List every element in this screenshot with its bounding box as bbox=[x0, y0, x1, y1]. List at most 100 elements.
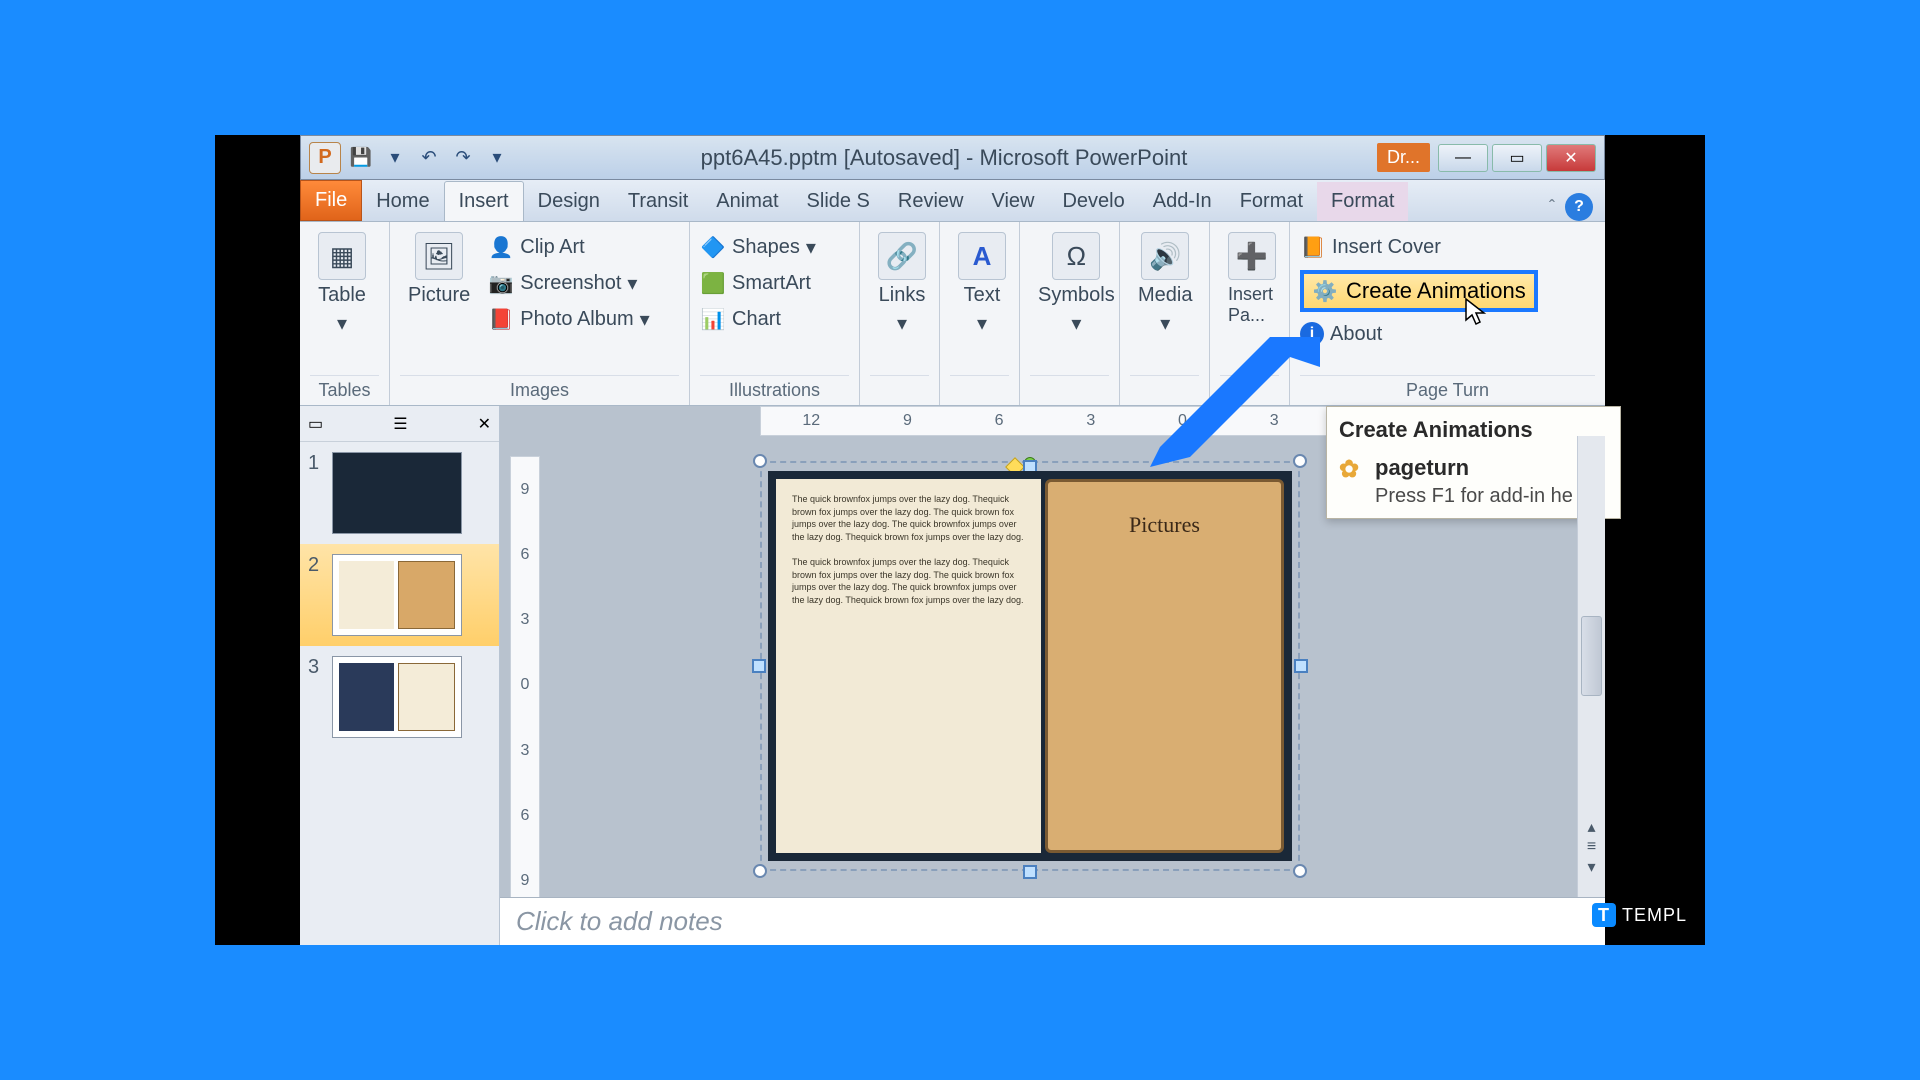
chevron-down-icon: ▾ bbox=[337, 311, 347, 336]
chevron-down-icon: ▾ bbox=[1071, 311, 1081, 336]
help-icon[interactable]: ? bbox=[1565, 193, 1593, 221]
scroll-thumb[interactable] bbox=[1581, 616, 1602, 696]
thumb-preview-2 bbox=[332, 554, 462, 636]
resize-handle-e[interactable] bbox=[1294, 659, 1308, 673]
save-icon[interactable]: 💾 bbox=[347, 144, 375, 172]
media-icon: 🔊 bbox=[1141, 232, 1189, 280]
thumb-3[interactable]: 3 bbox=[300, 646, 499, 748]
qat-caret-icon[interactable]: ▾ bbox=[381, 144, 409, 172]
media-label: Media bbox=[1138, 284, 1192, 307]
tab-developer[interactable]: Develo bbox=[1048, 182, 1138, 221]
tab-format1[interactable]: Format bbox=[1226, 182, 1317, 221]
tooltip-title: Create Animations bbox=[1339, 417, 1608, 443]
tab-slideshow[interactable]: Slide S bbox=[793, 182, 884, 221]
book-text-1: The quick brownfox jumps over the lazy d… bbox=[792, 493, 1025, 543]
insert-page-button[interactable]: ➕Insert Pa... bbox=[1220, 228, 1284, 330]
resize-handle-w[interactable] bbox=[752, 659, 766, 673]
watermark-icon: T bbox=[1592, 903, 1616, 927]
resize-handle-s[interactable] bbox=[1023, 865, 1037, 879]
tab-view[interactable]: View bbox=[977, 182, 1048, 221]
shapes-label: Shapes bbox=[732, 236, 800, 259]
chevron-down-icon: ▾ bbox=[1160, 311, 1170, 336]
smartart-button[interactable]: 🟩 SmartArt bbox=[700, 268, 816, 298]
clipart-button[interactable]: 👤Clip Art bbox=[488, 232, 649, 262]
undo-icon[interactable]: ↶ bbox=[415, 144, 443, 172]
tooltip-subtitle: pageturn bbox=[1375, 455, 1469, 481]
media-button[interactable]: 🔊 Media ▾ bbox=[1130, 228, 1200, 340]
about-button[interactable]: iAbout bbox=[1300, 320, 1538, 348]
resize-handle-sw[interactable] bbox=[753, 864, 767, 878]
chart-icon: 📊 bbox=[700, 306, 726, 332]
tab-insert[interactable]: Insert bbox=[444, 181, 524, 221]
tab-home[interactable]: Home bbox=[362, 182, 443, 221]
thumb-1[interactable]: 1 bbox=[300, 442, 499, 544]
scroll-prev-icon[interactable]: ▴ bbox=[1581, 817, 1602, 837]
scroll-next-icon[interactable]: ▾ bbox=[1581, 857, 1602, 877]
create-animations-label: Create Animations bbox=[1346, 278, 1526, 304]
picture-button[interactable]: 🖼 Picture bbox=[400, 228, 478, 311]
watermark: T TEMPL bbox=[1592, 903, 1687, 927]
resize-handle-se[interactable] bbox=[1293, 864, 1307, 878]
photoalbum-icon: 📕 bbox=[488, 306, 514, 332]
notes-placeholder: Click to add notes bbox=[516, 906, 723, 936]
group-pageturn-label: Page Turn bbox=[1300, 375, 1595, 405]
close-panel-icon[interactable]: ✕ bbox=[478, 414, 491, 434]
tab-review[interactable]: Review bbox=[884, 182, 978, 221]
watermark-text: TEMPL bbox=[1622, 905, 1687, 926]
insert-page-icon: ➕ bbox=[1228, 232, 1276, 280]
notes-pane[interactable]: Click to add notes bbox=[500, 897, 1605, 945]
redo-icon[interactable]: ↷ bbox=[449, 144, 477, 172]
smartart-icon: 🟩 bbox=[700, 270, 726, 296]
symbols-label: Symbols bbox=[1038, 284, 1115, 307]
links-label: Links bbox=[879, 284, 926, 307]
outline-view-icon[interactable]: ▭ bbox=[308, 414, 323, 434]
flower-icon: ✿ bbox=[1339, 455, 1365, 481]
photoalbum-button[interactable]: 📕Photo Album ▾ bbox=[488, 304, 649, 334]
book-right-title: Pictures bbox=[1129, 512, 1200, 538]
insert-page-label: Insert Pa... bbox=[1228, 284, 1276, 326]
screenshot-button[interactable]: 📷Screenshot ▾ bbox=[488, 268, 649, 298]
create-animations-button[interactable]: ⚙️ Create Animations bbox=[1300, 270, 1538, 312]
text-button[interactable]: AText▾ bbox=[950, 228, 1014, 340]
thumb-num-2: 2 bbox=[308, 554, 324, 577]
shapes-button[interactable]: 🔷Shapes ▾ bbox=[700, 232, 816, 262]
tab-addins[interactable]: Add-In bbox=[1139, 182, 1226, 221]
book-right-page: Pictures bbox=[1045, 479, 1284, 853]
tab-transitions[interactable]: Transit bbox=[614, 182, 702, 221]
slide-editor[interactable]: 12963036912 9630369 The quick br bbox=[500, 406, 1605, 945]
tab-animations[interactable]: Animat bbox=[702, 182, 792, 221]
qat-more-icon[interactable]: ▾ bbox=[483, 144, 511, 172]
screenshot-icon: 📷 bbox=[488, 270, 514, 296]
thumbs-view-icon[interactable]: ☰ bbox=[393, 414, 407, 434]
maximize-button[interactable]: ▭ bbox=[1492, 144, 1542, 172]
tab-design[interactable]: Design bbox=[524, 182, 614, 221]
vertical-scrollbar[interactable]: ▴ ≡ ▾ bbox=[1577, 436, 1605, 897]
table-button[interactable]: ▦ Table ▾ bbox=[310, 228, 374, 340]
scroll-menu-icon[interactable]: ≡ bbox=[1581, 837, 1602, 857]
chart-label: Chart bbox=[732, 308, 781, 331]
user-chip[interactable]: Dr... bbox=[1377, 143, 1430, 172]
app-icon: P bbox=[309, 142, 341, 174]
insert-cover-button[interactable]: 📙Insert Cover bbox=[1300, 232, 1538, 262]
minimize-button[interactable]: — bbox=[1438, 144, 1488, 172]
tooltip-description: Press F1 for add-in he bbox=[1375, 485, 1608, 508]
collapse-ribbon-icon[interactable]: ˆ bbox=[1549, 197, 1555, 218]
book-shape: The quick brownfox jumps over the lazy d… bbox=[768, 471, 1292, 861]
links-button[interactable]: 🔗Links▾ bbox=[870, 228, 934, 340]
selected-object[interactable]: The quick brownfox jumps over the lazy d… bbox=[760, 461, 1300, 871]
resize-handle-nw[interactable] bbox=[753, 454, 767, 468]
chevron-down-icon: ▾ bbox=[977, 311, 987, 336]
vertical-ruler: 9630369 bbox=[510, 456, 540, 915]
title-bar: P 💾 ▾ ↶ ↷ ▾ ppt6A45.pptm [Autosaved] - M… bbox=[300, 135, 1605, 180]
smartart-label: SmartArt bbox=[732, 272, 811, 295]
thumb-preview-1 bbox=[332, 452, 462, 534]
close-button[interactable]: ✕ bbox=[1546, 144, 1596, 172]
slide-panel: ▭ ☰ ✕ 1 2 3 bbox=[300, 406, 500, 945]
chart-button[interactable]: 📊 Chart bbox=[700, 304, 816, 334]
window-title: ppt6A45.pptm [Autosaved] - Microsoft Pow… bbox=[511, 145, 1377, 171]
tab-format2[interactable]: Format bbox=[1317, 182, 1408, 221]
tab-file[interactable]: File bbox=[300, 180, 362, 221]
gear-icon: ⚙️ bbox=[1312, 278, 1338, 304]
symbols-button[interactable]: ΩSymbols▾ bbox=[1030, 228, 1123, 340]
thumb-2[interactable]: 2 bbox=[300, 544, 499, 646]
